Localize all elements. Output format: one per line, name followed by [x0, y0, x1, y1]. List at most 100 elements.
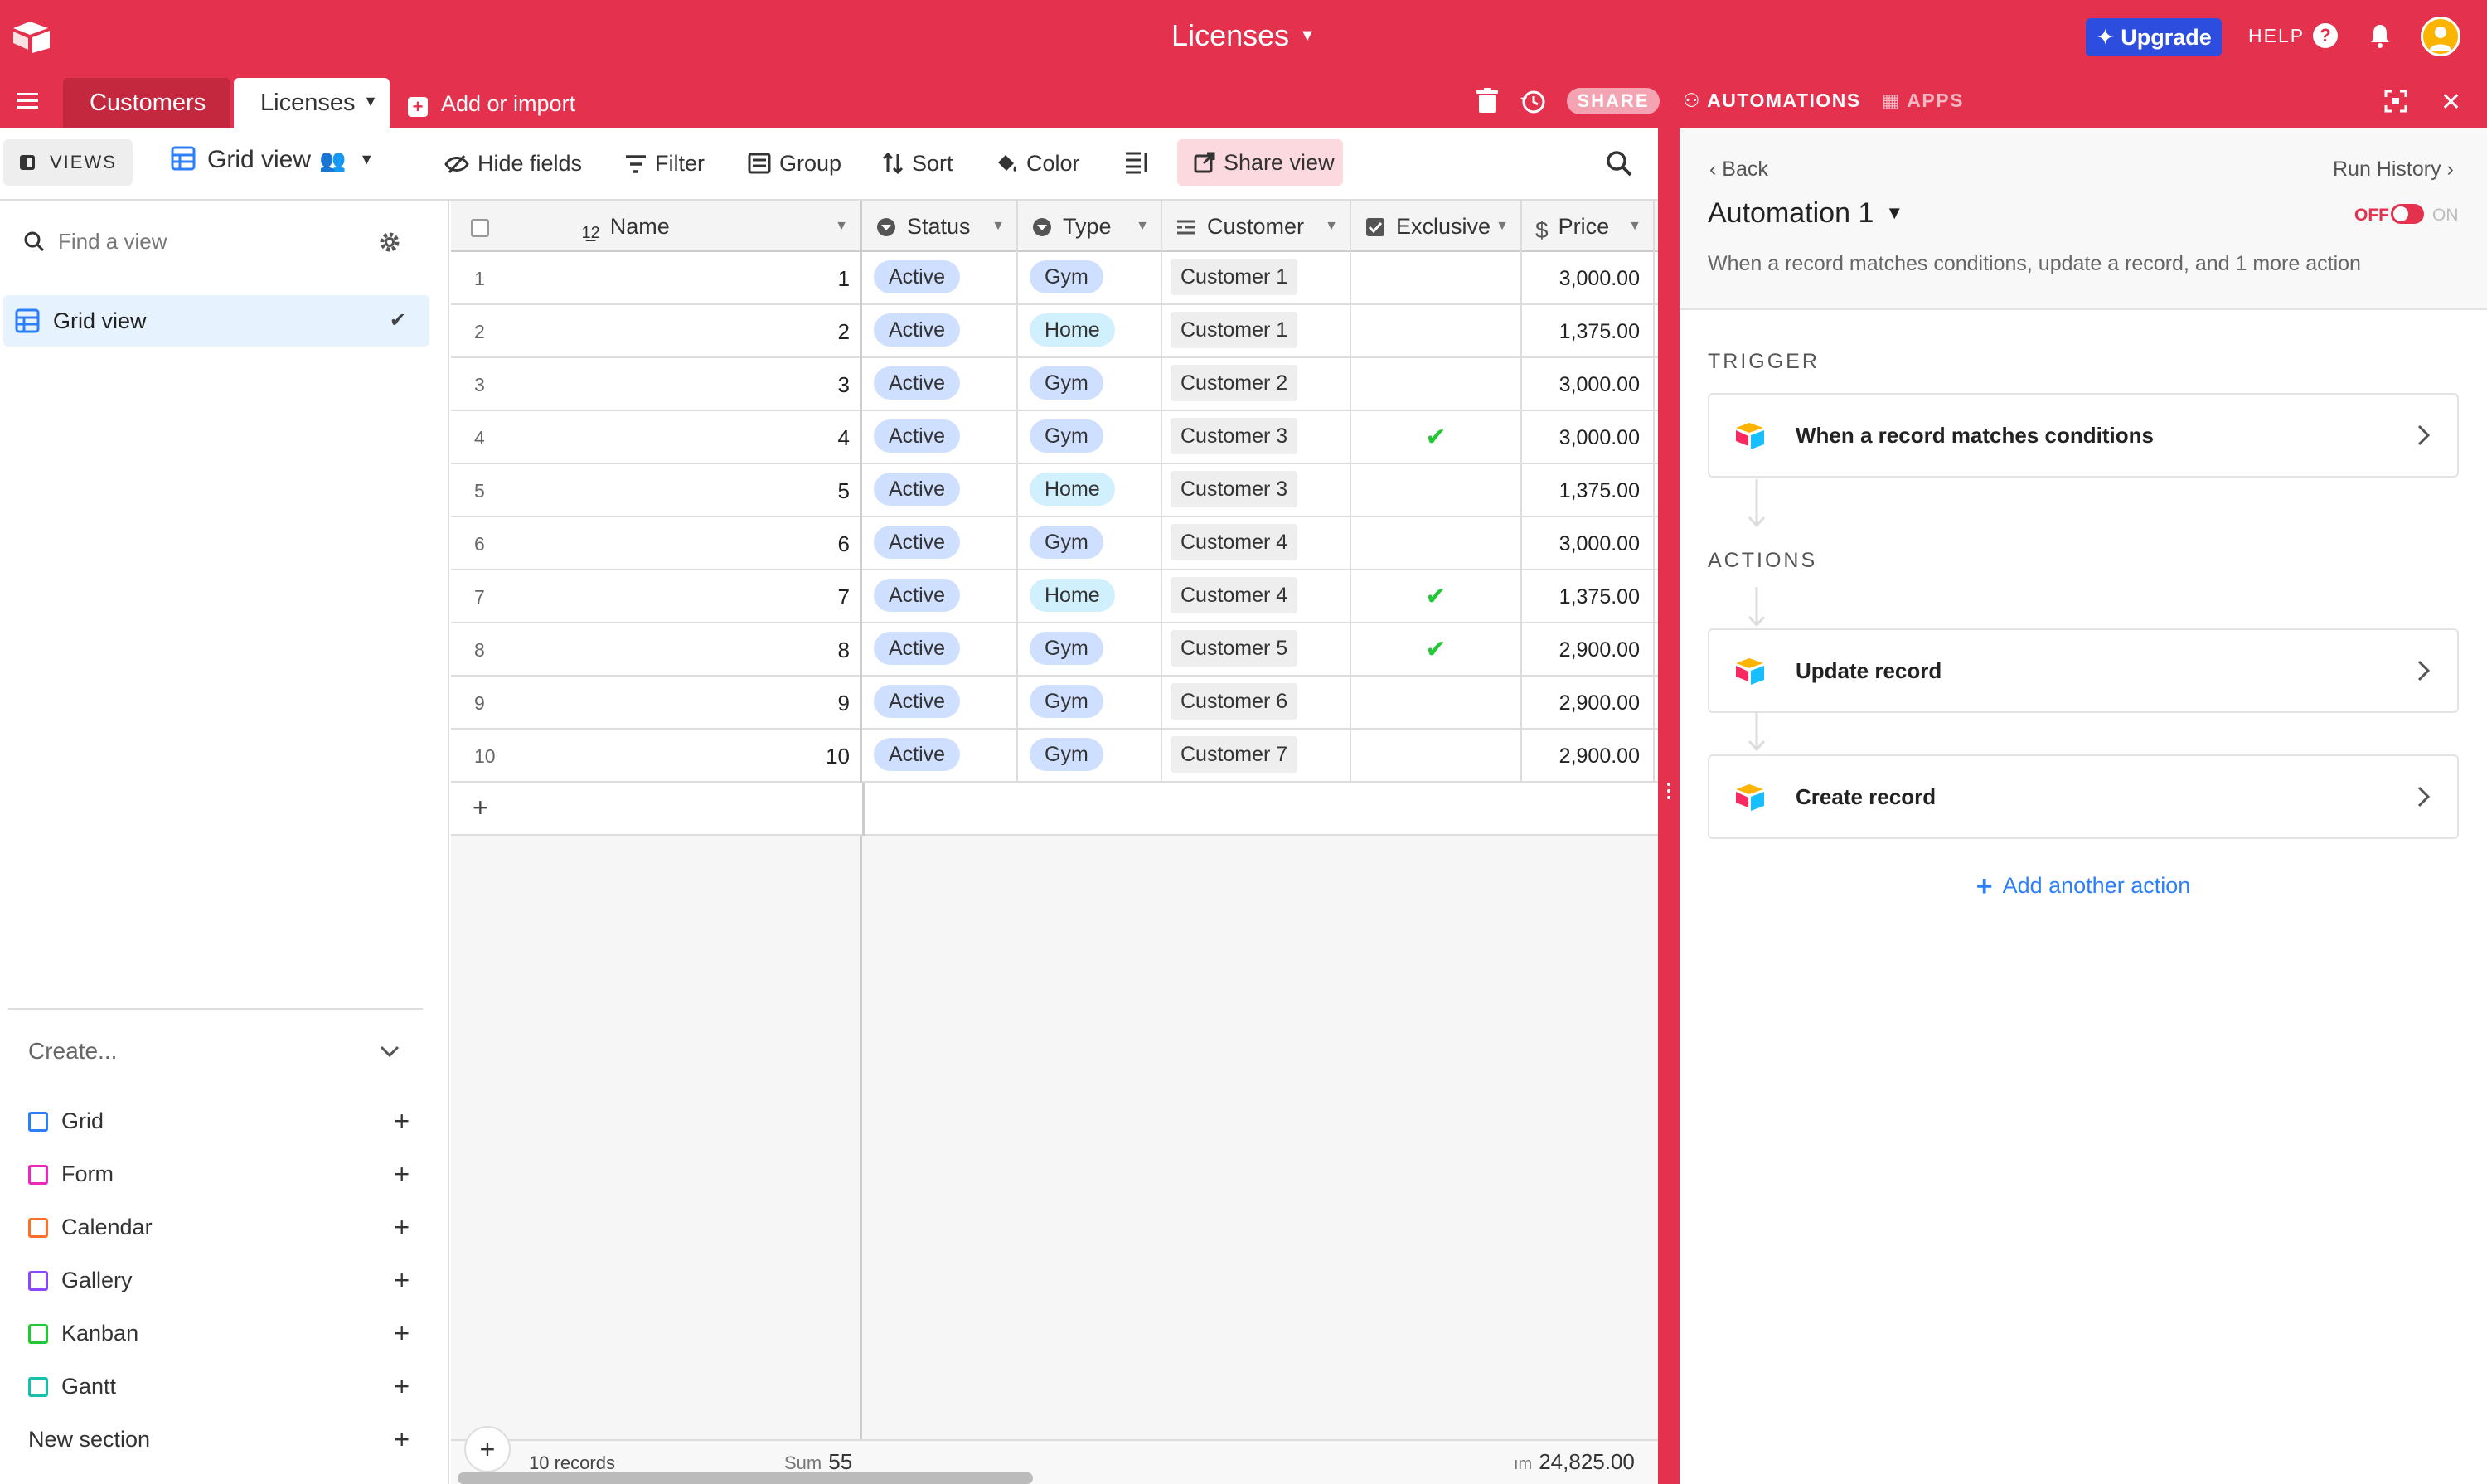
column-header-price[interactable]: $ Price ▼: [1522, 201, 1655, 252]
linked-record-chip[interactable]: Customer 3: [1171, 471, 1298, 507]
column-header-exclusive[interactable]: Exclusive ▼: [1351, 201, 1522, 252]
sidebar-item-grid-view[interactable]: Grid view ✔: [3, 295, 429, 347]
status-cell[interactable]: Active: [862, 730, 1018, 783]
status-cell[interactable]: Active: [862, 411, 1018, 464]
linked-record-chip[interactable]: Customer 1: [1171, 312, 1298, 348]
price-cell[interactable]: 3,000.00: [1522, 358, 1655, 411]
create-kanban-item[interactable]: Kanban +: [28, 1317, 410, 1350]
customer-cell[interactable]: Customer 6: [1162, 677, 1351, 730]
expand-icon[interactable]: [2384, 90, 2407, 113]
table-row[interactable]: 8 8 Active Gym Customer 5 ✔ 2,900.00: [451, 623, 1658, 677]
name-cell[interactable]: 22: [451, 305, 862, 358]
customer-cell[interactable]: Customer 3: [1162, 411, 1351, 464]
help-link[interactable]: HELP: [2248, 25, 2305, 47]
tab-licenses[interactable]: Licenses ▼: [234, 78, 390, 128]
tab-customers[interactable]: Customers: [63, 78, 230, 128]
row-height-icon[interactable]: [1124, 151, 1149, 174]
status-cell[interactable]: Active: [862, 677, 1018, 730]
run-history-link[interactable]: Run History ›: [2333, 158, 2454, 182]
caret-down-icon[interactable]: ▼: [1628, 201, 1641, 252]
linked-record-chip[interactable]: Customer 4: [1171, 577, 1298, 613]
automations-button[interactable]: ⚇ AUTOMATIONS: [1683, 90, 1861, 112]
plus-icon[interactable]: +: [394, 1317, 410, 1350]
history-icon[interactable]: [1519, 88, 1547, 116]
type-cell[interactable]: Gym: [1018, 677, 1162, 730]
name-cell[interactable]: 66: [451, 517, 862, 570]
exclusive-cell[interactable]: ✔: [1351, 623, 1522, 677]
add-or-import-button[interactable]: + Add or import: [408, 91, 575, 117]
action-card-update-record[interactable]: Update record: [1708, 628, 2459, 713]
avatar[interactable]: [2421, 17, 2460, 56]
automation-title[interactable]: Automation 1 ▼: [1708, 197, 1903, 230]
name-cell[interactable]: 99: [451, 677, 862, 730]
table-row[interactable]: 6 6 Active Gym Customer 4 3,000.00: [451, 517, 1658, 570]
create-gantt-item[interactable]: Gantt +: [28, 1370, 410, 1403]
table-row[interactable]: 9 9 Active Gym Customer 6 2,900.00: [451, 677, 1658, 730]
caret-down-icon[interactable]: ▼: [1496, 201, 1509, 252]
price-sum-summary[interactable]: ım 24,825.00: [1514, 1449, 1635, 1475]
status-cell[interactable]: Active: [862, 623, 1018, 677]
column-header-type[interactable]: Type ▼: [1018, 201, 1162, 252]
name-cell[interactable]: 44: [451, 411, 862, 464]
column-header-name[interactable]: 1̲2 Name ▼: [451, 201, 862, 252]
automation-toggle[interactable]: [2391, 204, 2424, 224]
find-view-input[interactable]: Find a view: [23, 229, 167, 255]
type-cell[interactable]: Gym: [1018, 252, 1162, 305]
name-cell[interactable]: 55: [451, 464, 862, 517]
column-header-status[interactable]: Status ▼: [862, 201, 1018, 252]
exclusive-cell[interactable]: ✔: [1351, 570, 1522, 623]
linked-record-chip[interactable]: Customer 5: [1171, 630, 1298, 667]
plus-icon[interactable]: +: [394, 1210, 410, 1244]
linked-record-chip[interactable]: Customer 1: [1171, 259, 1298, 295]
linked-record-chip[interactable]: Customer 6: [1171, 683, 1298, 720]
add-record-button[interactable]: +: [464, 1426, 511, 1472]
status-cell[interactable]: Active: [862, 464, 1018, 517]
plus-icon[interactable]: +: [394, 1370, 410, 1403]
upgrade-button[interactable]: ✦ Upgrade: [2086, 18, 2222, 56]
status-cell[interactable]: Active: [862, 305, 1018, 358]
views-toggle-button[interactable]: VIEWS: [3, 139, 133, 186]
exclusive-cell[interactable]: [1351, 358, 1522, 411]
plus-icon[interactable]: +: [394, 1157, 410, 1191]
price-cell[interactable]: 1,375.00: [1522, 305, 1655, 358]
customer-cell[interactable]: Customer 3: [1162, 464, 1351, 517]
status-cell[interactable]: Active: [862, 570, 1018, 623]
group-button[interactable]: Group: [748, 151, 841, 177]
create-calendar-item[interactable]: Calendar +: [28, 1210, 410, 1244]
exclusive-cell[interactable]: [1351, 517, 1522, 570]
price-cell[interactable]: 3,000.00: [1522, 252, 1655, 305]
share-button[interactable]: SHARE: [1567, 88, 1660, 114]
type-cell[interactable]: Gym: [1018, 730, 1162, 783]
exclusive-cell[interactable]: [1351, 677, 1522, 730]
customer-cell[interactable]: Customer 7: [1162, 730, 1351, 783]
caret-down-icon[interactable]: ▼: [835, 201, 848, 252]
table-row[interactable]: 3 3 Active Gym Customer 2 3,000.00: [451, 358, 1658, 411]
price-cell[interactable]: 3,000.00: [1522, 411, 1655, 464]
customer-cell[interactable]: Customer 4: [1162, 570, 1351, 623]
plus-icon[interactable]: +: [394, 1423, 410, 1456]
caret-down-icon[interactable]: ▼: [363, 76, 378, 126]
trigger-card[interactable]: When a record matches conditions: [1708, 393, 2459, 478]
apps-button[interactable]: ▦ APPS: [1882, 90, 1964, 112]
type-cell[interactable]: Home: [1018, 464, 1162, 517]
caret-down-icon[interactable]: ▼: [991, 201, 1005, 252]
customer-cell[interactable]: Customer 1: [1162, 252, 1351, 305]
table-row[interactable]: 2 2 Active Home Customer 1 1,375.00: [451, 305, 1658, 358]
create-form-item[interactable]: Form +: [28, 1157, 410, 1191]
plus-icon[interactable]: +: [394, 1263, 410, 1297]
action-card-create-record[interactable]: Create record: [1708, 754, 2459, 839]
exclusive-cell[interactable]: [1351, 305, 1522, 358]
name-cell[interactable]: 10 10: [451, 730, 862, 783]
table-row[interactable]: 1 1 Active Gym Customer 1 3,000.00: [451, 252, 1658, 305]
type-cell[interactable]: Gym: [1018, 411, 1162, 464]
close-panel-icon[interactable]: ✕: [2441, 88, 2461, 117]
type-cell[interactable]: Gym: [1018, 517, 1162, 570]
price-cell[interactable]: 1,375.00: [1522, 464, 1655, 517]
table-row[interactable]: 4 4 Active Gym Customer 3 ✔ 3,000.00: [451, 411, 1658, 464]
linked-record-chip[interactable]: Customer 4: [1171, 524, 1298, 560]
add-row-button[interactable]: +: [451, 783, 1658, 836]
type-cell[interactable]: Home: [1018, 570, 1162, 623]
create-gallery-item[interactable]: Gallery +: [28, 1263, 410, 1297]
resize-handle[interactable]: [1666, 779, 1671, 809]
exclusive-cell[interactable]: [1351, 464, 1522, 517]
